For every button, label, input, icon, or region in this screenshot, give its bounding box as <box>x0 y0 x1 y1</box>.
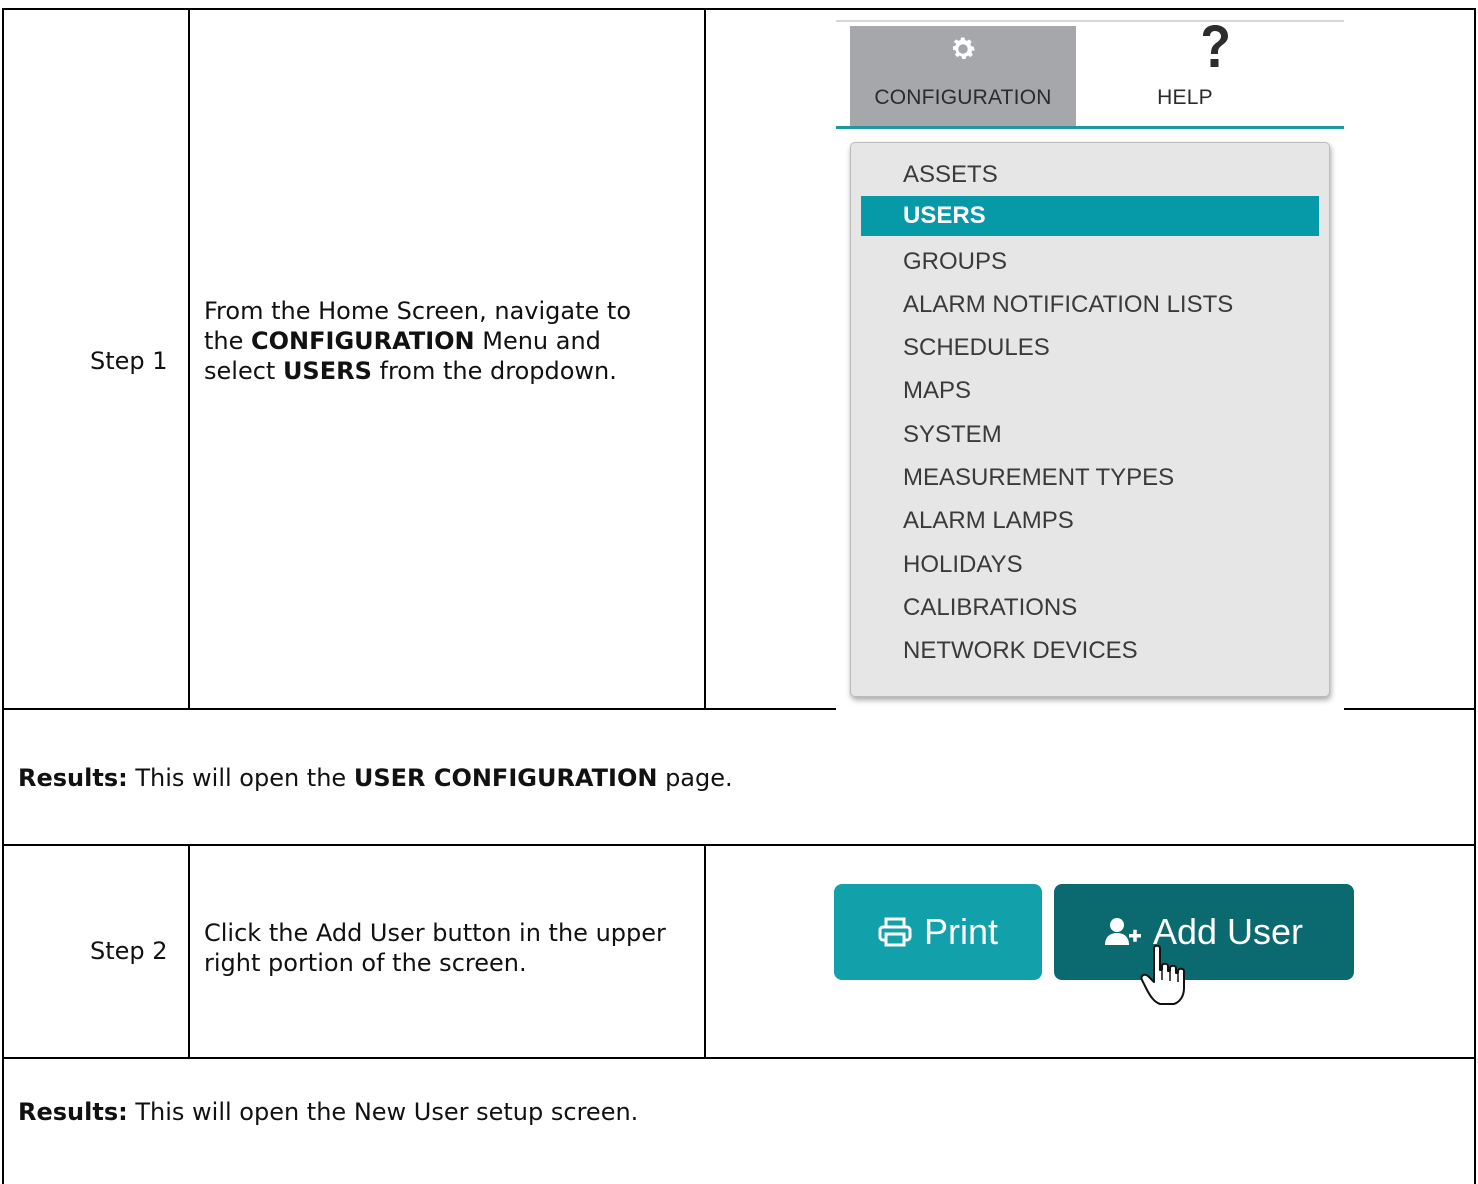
menu-item-network-devices[interactable]: NETWORK DEVICES <box>861 631 1319 671</box>
menu-item-alarm-notification-lists[interactable]: ALARM NOTIFICATION LISTS <box>861 285 1319 325</box>
table-col-divider <box>188 844 190 1057</box>
add-user-icon <box>1104 918 1141 945</box>
step-2-instruction: Click the Add User button in the upper r… <box>204 919 666 977</box>
menu-item-alarm-lamps[interactable]: ALARM LAMPS <box>861 501 1319 541</box>
results-text: This will open the New User setup screen… <box>127 1098 639 1126</box>
menu-item-schedules[interactable]: SCHEDULES <box>861 328 1319 368</box>
menu-item-assets[interactable]: ASSETS <box>861 155 1319 195</box>
table-row-divider <box>2 1057 1476 1059</box>
table-border-left <box>2 8 4 1184</box>
menu-item-measurement-types[interactable]: MEASUREMENT TYPES <box>861 458 1319 498</box>
table-col-divider <box>704 8 706 708</box>
question-mark-icon <box>1203 25 1228 67</box>
configuration-dropdown-menu: ASSETS USERS GROUPS ALARM NOTIFICATION L… <box>850 142 1330 697</box>
add-user-button[interactable]: Add User <box>1054 884 1354 980</box>
table-border-top <box>2 8 1476 10</box>
table-col-divider <box>704 844 706 1057</box>
instruction-table: Step 1 From the Home Screen, navigate to… <box>2 8 1476 1184</box>
nav-underline <box>836 126 1344 129</box>
results-prefix: Results: <box>18 1098 128 1126</box>
menu-item-system[interactable]: SYSTEM <box>861 415 1319 455</box>
step-1-results: Results: This will open the USER CONFIGU… <box>18 763 733 793</box>
results-text: This will open the <box>127 764 354 792</box>
results-prefix: Results: <box>18 764 128 792</box>
table-row-divider <box>2 844 1476 846</box>
menu-item-holidays[interactable]: HOLIDAYS <box>861 545 1319 585</box>
results-bold: USER CONFIGURATION <box>353 764 658 792</box>
tab-help[interactable]: HELP <box>1076 25 1302 126</box>
results-text: page. <box>657 764 733 792</box>
step-1-label: Step 1 <box>90 347 168 375</box>
menu-item-users[interactable]: USERS <box>861 196 1319 236</box>
table-col-divider <box>188 8 190 708</box>
menu-item-groups[interactable]: GROUPS <box>861 242 1319 282</box>
step-1-instruction: From the Home Screen, navigate to the CO… <box>204 296 674 386</box>
instruction-bold: CONFIGURATION <box>251 327 475 355</box>
step-2-label: Step 2 <box>90 937 168 965</box>
step-2-results: Results: This will open the New User set… <box>18 1097 638 1127</box>
instruction-bold: USERS <box>282 357 372 385</box>
print-button[interactable]: Print <box>834 884 1042 980</box>
tab-configuration[interactable]: CONFIGURATION <box>850 26 1076 126</box>
menu-item-calibrations[interactable]: CALIBRATIONS <box>861 588 1319 628</box>
print-button-label: Print <box>923 911 999 952</box>
menu-item-maps[interactable]: MAPS <box>861 371 1319 411</box>
tab-label: HELP <box>1157 86 1213 109</box>
gear-icon <box>953 37 975 59</box>
tab-label: CONFIGURATION <box>874 86 1052 109</box>
configuration-menu-screenshot: CONFIGURATION HELP ASSETS USERS GROUPS A… <box>836 20 1344 710</box>
nav-top-border <box>836 20 1344 22</box>
printer-icon <box>878 917 912 947</box>
table-border-right <box>1474 8 1476 1184</box>
instruction-text: from the dropdown. <box>371 357 617 385</box>
pointer-hand-icon <box>1140 944 1185 1005</box>
